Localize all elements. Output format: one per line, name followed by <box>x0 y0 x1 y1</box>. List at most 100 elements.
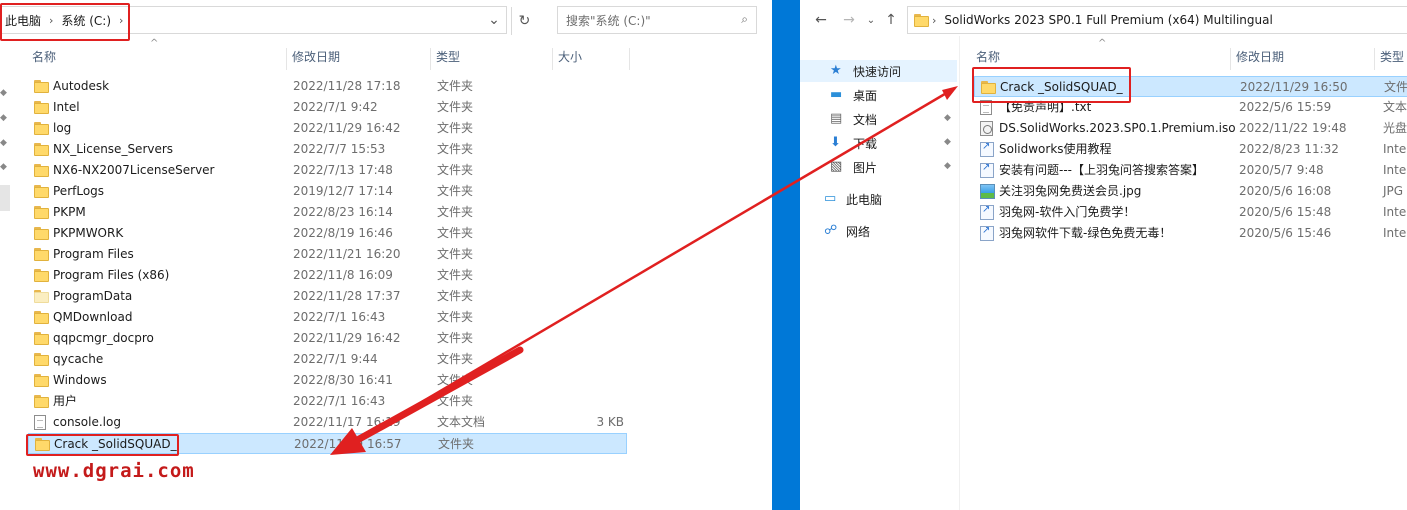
file-size <box>548 223 624 244</box>
right-explorer-window: ← → ⌄ ↑ › SolidWorks 2023 SP0.1 Full Pre… <box>800 0 1407 510</box>
text-file-icon <box>34 415 46 430</box>
image-file-icon <box>980 184 995 199</box>
file-row[interactable]: PKPM 2022/8/23 16:14 文件夹 <box>28 202 627 223</box>
file-type: 文件夹 <box>437 310 474 324</box>
breadcrumb-current-folder[interactable]: SolidWorks 2023 SP0.1 Full Premium (x64)… <box>940 7 1276 33</box>
file-row[interactable]: console.log 2022/11/17 16:19 文本文档 3 KB <box>28 412 627 433</box>
chevron-down-icon[interactable]: ⌄ <box>481 7 507 33</box>
file-row[interactable]: Windows 2022/8/30 16:41 文件夹 <box>28 370 627 391</box>
pin-icon: ◆ <box>0 162 7 172</box>
folder-icon <box>34 395 49 408</box>
file-modified-date: 2022/11/29 16:50 <box>1240 80 1348 94</box>
file-row[interactable]: 羽兔网-软件入门免费学！ 2020/5/6 15:48 Inter <box>974 202 1407 223</box>
column-header-size[interactable]: 大小 <box>554 48 630 70</box>
file-row[interactable]: Autodesk 2022/11/28 17:18 文件夹 <box>28 76 627 97</box>
column-header-modified[interactable]: 修改日期 <box>1232 48 1375 70</box>
file-row[interactable]: 羽兔网软件下载-绿色免费无毒！ 2020/5/6 15:46 Inter <box>974 223 1407 244</box>
file-row[interactable]: Intel 2022/7/1 9:42 文件夹 <box>28 97 627 118</box>
file-type: 文件夹 <box>437 268 474 282</box>
file-size <box>548 181 624 202</box>
folder-icon <box>34 311 49 324</box>
file-name: NX_License_Servers <box>53 142 174 156</box>
file-type: 文件 <box>1384 80 1407 94</box>
column-header-type[interactable]: 类型 <box>432 48 553 70</box>
text-file-icon <box>980 100 992 115</box>
nav-item[interactable]: ▬ 桌面 <box>800 84 957 106</box>
file-type: Inter <box>1383 205 1407 219</box>
file-modified-date: 2022/11/29 16:42 <box>293 331 401 345</box>
back-arrow-icon[interactable]: ← <box>808 7 834 33</box>
column-header-type[interactable]: 类型 <box>1376 48 1407 70</box>
file-row[interactable]: log 2022/11/29 16:42 文件夹 <box>28 118 627 139</box>
file-name: console.log <box>53 415 121 429</box>
file-row[interactable]: ProgramData 2022/11/28 17:37 文件夹 <box>28 286 627 307</box>
file-row[interactable]: Program Files 2022/11/21 16:20 文件夹 <box>28 244 627 265</box>
network-icon: ☍ <box>824 223 838 238</box>
nav-item[interactable]: ⬇ 下载 ◆ <box>800 132 957 154</box>
file-row[interactable]: qycache 2022/7/1 9:44 文件夹 <box>28 349 627 370</box>
folder-icon <box>34 80 49 93</box>
nav-item[interactable]: ▤ 文档 ◆ <box>800 108 957 130</box>
breadcrumb-separator-icon[interactable]: › <box>115 14 127 27</box>
file-row[interactable]: qqpcmgr_docpro 2022/11/29 16:42 文件夹 <box>28 328 627 349</box>
file-row[interactable]: 安装有问题---【上羽兔问答搜索答案】 2020/5/7 9:48 Inter <box>974 160 1407 181</box>
up-arrow-icon[interactable]: ↑ <box>878 7 904 33</box>
file-type: 文件夹 <box>438 437 475 451</box>
file-type: 文件夹 <box>437 184 474 198</box>
file-row[interactable]: Crack _SolidSQUAD_ 2022/11/29 16:57 文件夹 <box>28 433 627 454</box>
nav-pane-splitter[interactable] <box>959 36 960 510</box>
breadcrumb-this-pc[interactable]: 此电脑 <box>1 7 45 33</box>
file-type: 文件夹 <box>437 373 474 387</box>
file-name: PerfLogs <box>53 184 105 198</box>
file-row[interactable]: Solidworks使用教程 2022/8/23 11:32 Inter <box>974 139 1407 160</box>
nav-item[interactable]: ☍ 网络 <box>800 220 957 242</box>
column-header-name[interactable]: 名称 <box>972 48 1231 70</box>
search-input[interactable]: 搜索"系统 (C:)" ⌕ <box>557 6 757 34</box>
column-header-modified[interactable]: 修改日期 <box>288 48 431 70</box>
file-type: 文件夹 <box>437 247 474 261</box>
breadcrumb-separator-icon: › <box>49 13 54 27</box>
file-size <box>548 391 624 412</box>
file-size <box>548 265 624 286</box>
file-row[interactable]: PKPMWORK 2022/8/19 16:46 文件夹 <box>28 223 627 244</box>
nav-item[interactable]: ▧ 图片 ◆ <box>800 156 957 178</box>
watermark-text: www.dgrai.com <box>33 460 195 482</box>
file-row[interactable]: QMDownload 2022/7/1 16:43 文件夹 <box>28 307 627 328</box>
column-header-name[interactable]: 名称 <box>28 48 287 70</box>
nav-item[interactable]: ▭ 此电脑 <box>800 188 957 210</box>
address-bar[interactable]: › SolidWorks 2023 SP0.1 Full Premium (x6… <box>907 6 1407 34</box>
file-row[interactable]: DS.SolidWorks.2023.SP0.1.Premium.iso 2022… <box>974 118 1407 139</box>
file-row[interactable]: Program Files (x86) 2022/11/8 16:09 文件夹 <box>28 265 627 286</box>
file-name: Windows <box>53 373 107 387</box>
file-name: Solidworks使用教程 <box>999 142 1112 156</box>
file-row[interactable]: NX6-NX2007LicenseServer 2022/7/13 17:48 文件… <box>28 160 627 181</box>
search-icon: ⌕ <box>741 12 748 26</box>
file-row[interactable]: PerfLogs 2019/12/7 17:14 文件夹 <box>28 181 627 202</box>
file-modified-date: 2022/11/8 16:09 <box>293 268 393 282</box>
nav-item-label: 图片 <box>853 160 878 175</box>
pin-icon: ◆ <box>0 88 7 98</box>
file-type: 文件夹 <box>437 79 474 93</box>
nav-item[interactable]: ★ 快速访问 <box>800 60 957 82</box>
file-row[interactable]: 用户 2022/7/1 16:43 文件夹 <box>28 391 627 412</box>
file-row[interactable]: 关注羽兔网免费送会员.jpg 2020/5/6 16:08 JPG <box>974 181 1407 202</box>
nav-item-label: 网络 <box>846 224 871 239</box>
breadcrumb-separator-icon[interactable]: › <box>928 14 940 27</box>
folder-icon <box>34 248 49 261</box>
file-size <box>548 370 624 391</box>
file-row[interactable]: Crack _SolidSQUAD_ 2022/11/29 16:50 文件 <box>974 76 1407 97</box>
file-row[interactable]: NX_License_Servers 2022/7/7 15:53 文件夹 <box>28 139 627 160</box>
file-type: 文件夹 <box>437 121 474 135</box>
file-type: 文件夹 <box>437 226 474 240</box>
folder-icon <box>34 185 49 198</box>
file-name: PKPM <box>53 205 86 219</box>
address-bar[interactable]: 此电脑 › 系统 (C:) › <box>0 6 507 34</box>
folder-icon <box>34 290 49 303</box>
file-type: 文本 <box>1383 100 1407 114</box>
star-icon: ★ <box>830 63 842 78</box>
nav-item-label: 下载 <box>853 136 878 151</box>
pin-icon: ◆ <box>0 113 7 123</box>
breadcrumb-drive-c[interactable]: 系统 (C:) <box>57 7 115 33</box>
file-row[interactable]: 【免责声明】.txt 2022/5/6 15:59 文本 <box>974 97 1407 118</box>
refresh-icon[interactable]: ↻ <box>511 7 537 35</box>
